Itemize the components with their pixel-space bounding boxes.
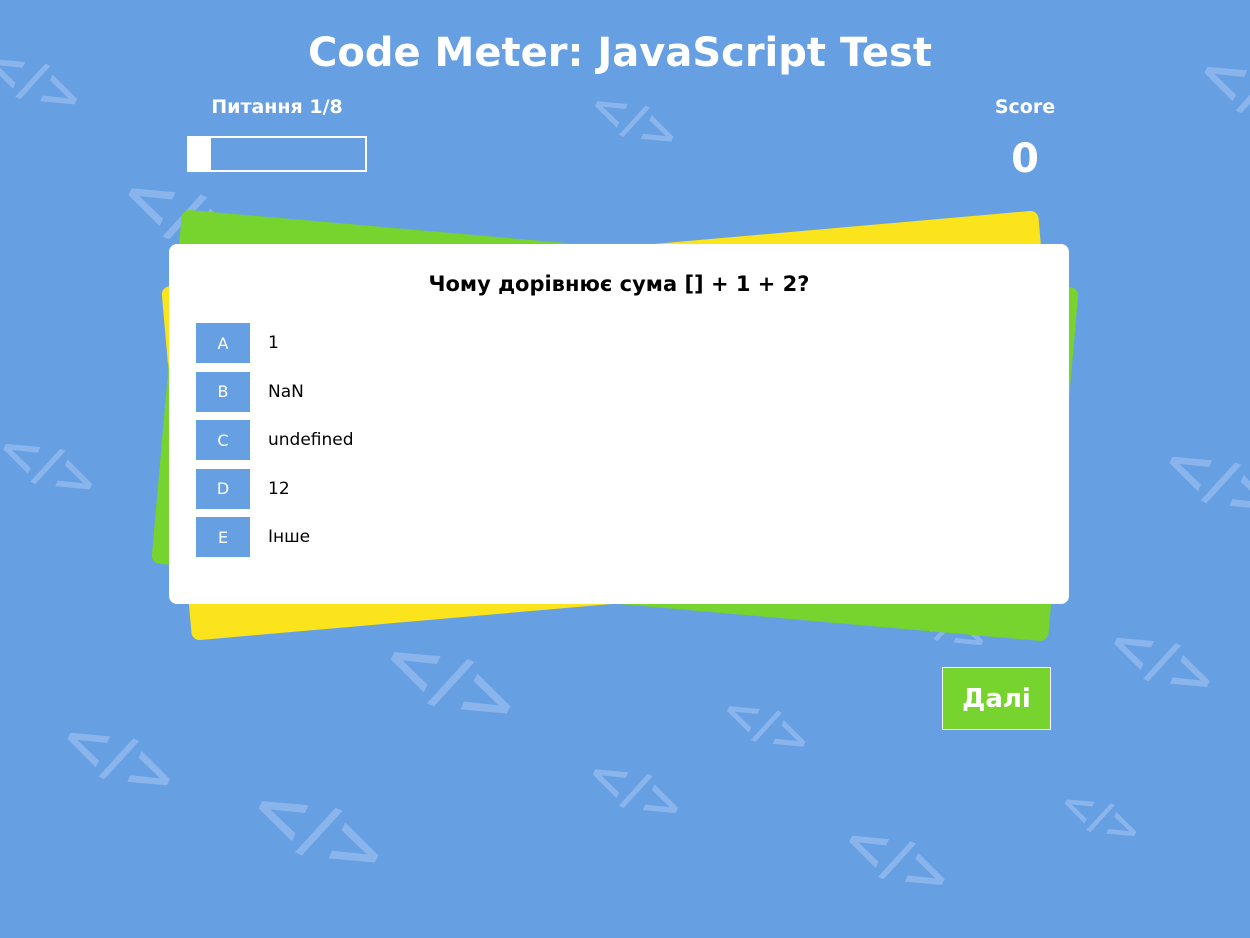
answer-option-b[interactable]: B NaN bbox=[196, 371, 354, 412]
answer-letter: C bbox=[196, 420, 250, 460]
answer-option-d[interactable]: D 12 bbox=[196, 468, 354, 509]
code-brackets-icon: </> bbox=[1150, 424, 1250, 540]
answer-option-e[interactable]: E Інше bbox=[196, 517, 354, 557]
answer-text: Інше bbox=[268, 527, 311, 547]
code-brackets-icon: </> bbox=[577, 742, 695, 838]
answer-letter: A bbox=[196, 323, 250, 363]
answer-letter: B bbox=[196, 371, 250, 412]
question-text: Чому дорівнює сума [] + 1 + 2? bbox=[428, 272, 810, 296]
code-brackets-icon: </> bbox=[369, 613, 534, 749]
code-brackets-icon: </> bbox=[237, 762, 402, 898]
progress-bar-fill bbox=[189, 138, 211, 170]
answer-letter: D bbox=[196, 468, 250, 509]
score-label: Score bbox=[994, 96, 1056, 118]
answer-letter: E bbox=[196, 517, 250, 557]
answer-text: 12 bbox=[268, 478, 290, 499]
code-brackets-icon: </> bbox=[1096, 607, 1228, 716]
code-brackets-icon: </> bbox=[580, 75, 689, 165]
answer-option-c[interactable]: C undefined bbox=[196, 420, 354, 460]
code-brackets-icon: </> bbox=[48, 700, 190, 816]
question-card: Чому дорівнює сума [] + 1 + 2? A 1 B NaN… bbox=[169, 244, 1069, 604]
code-brackets-icon: </> bbox=[0, 416, 109, 516]
page-title: Code Meter: JavaScript Test bbox=[308, 30, 932, 76]
next-button[interactable]: Далі bbox=[942, 667, 1051, 730]
question-counter: Питання 1/8 bbox=[211, 96, 343, 118]
answer-list: A 1 B NaN C undefined D 12 E Інше bbox=[196, 323, 354, 566]
score-value: 0 bbox=[1011, 136, 1039, 182]
answer-text: undefined bbox=[268, 430, 354, 450]
answer-text: NaN bbox=[268, 381, 304, 402]
answer-option-a[interactable]: A 1 bbox=[196, 323, 354, 363]
progress-bar bbox=[187, 136, 367, 172]
code-brackets-icon: </> bbox=[831, 805, 963, 914]
answer-text: 1 bbox=[268, 333, 279, 353]
code-brackets-icon: </> bbox=[1051, 776, 1151, 857]
code-brackets-icon: </> bbox=[712, 680, 821, 770]
